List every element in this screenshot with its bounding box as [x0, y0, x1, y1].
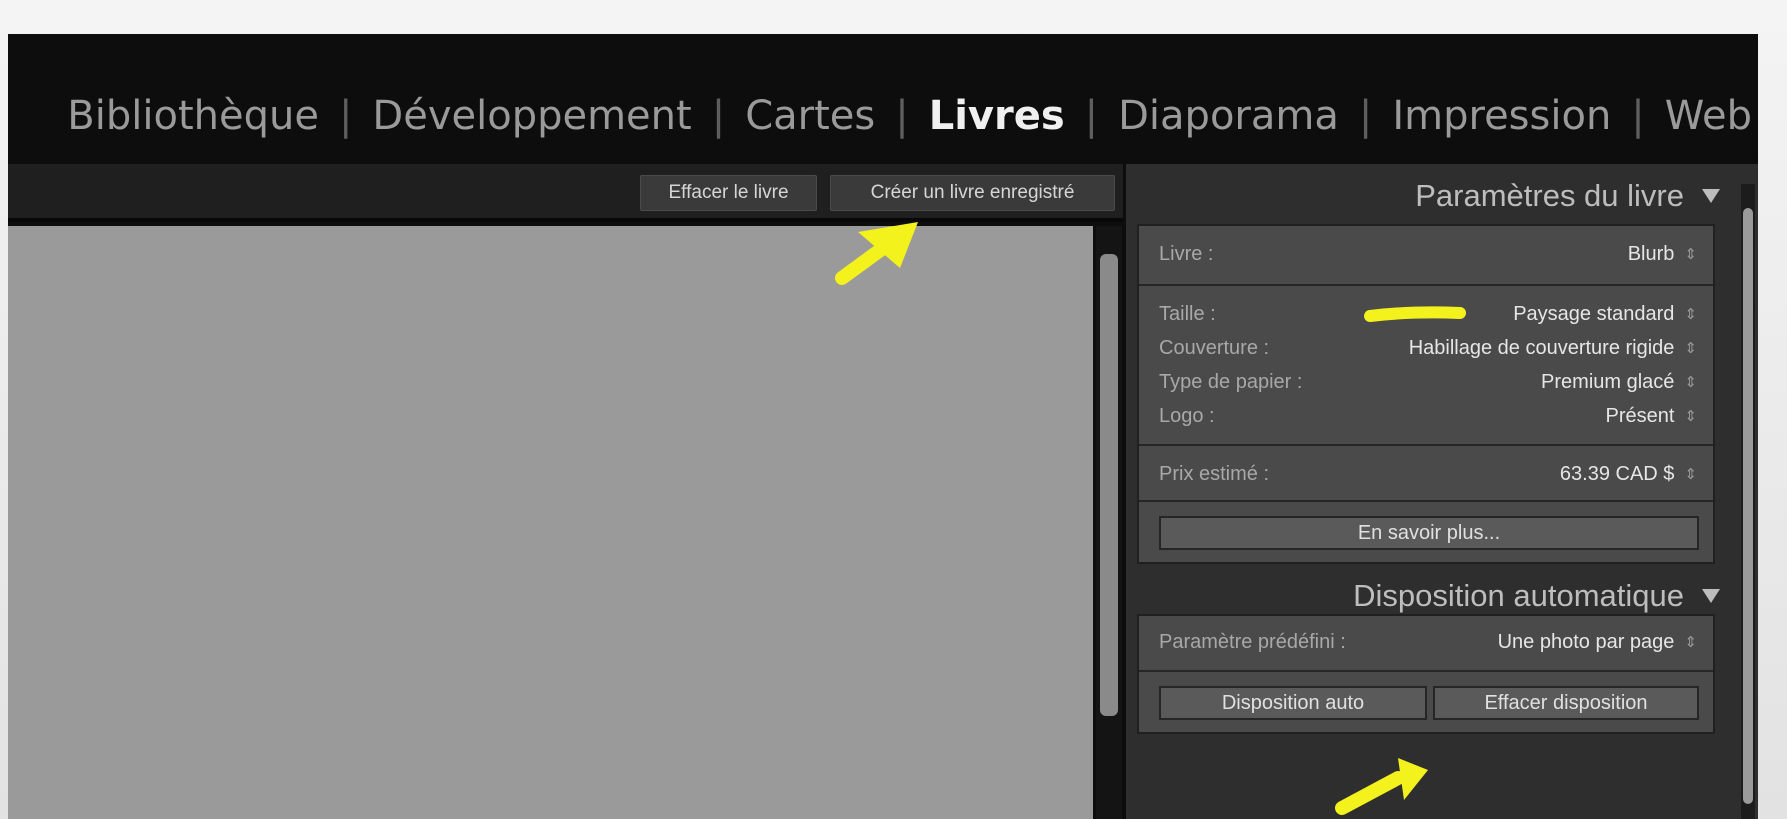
auto-layout-title: Disposition automatique: [1353, 578, 1684, 613]
module-separator: |: [1358, 93, 1373, 139]
logo-select[interactable]: Présent ⇕: [1605, 405, 1697, 428]
up-down-arrows-icon: ⇕: [1684, 340, 1697, 357]
divider: [1139, 284, 1713, 286]
logo-label: Logo :: [1159, 404, 1215, 427]
book-settings-title: Paramètres du livre: [1415, 178, 1684, 213]
cover-row: Couverture : Habillage de couverture rig…: [1139, 332, 1713, 364]
book-settings-box: Livre : Blurb ⇕ Taille : Paysage standar…: [1137, 224, 1715, 564]
paper-type-label: Type de papier :: [1159, 370, 1303, 393]
module-developpement[interactable]: Développement: [366, 93, 697, 139]
auto-layout-button[interactable]: Disposition auto: [1159, 686, 1427, 720]
module-livres[interactable]: Livres: [923, 93, 1071, 139]
auto-layout-box: Paramètre prédéfini : Une photo par page…: [1137, 614, 1715, 734]
canvas-scrollbar-thumb[interactable]: [1100, 254, 1118, 716]
book-toolbar: Effacer le livre Créer un livre enregist…: [8, 164, 1123, 222]
logo-row: Logo : Présent ⇕: [1139, 400, 1713, 432]
panel-scrollbar[interactable]: [1741, 184, 1755, 819]
up-down-arrows-icon: ⇕: [1684, 306, 1697, 323]
size-row: Taille : Paysage standard ⇕: [1139, 298, 1713, 330]
module-diaporama[interactable]: Diaporama: [1112, 93, 1345, 139]
price-select[interactable]: 63.39 CAD $ ⇕: [1560, 463, 1697, 486]
preset-value: Une photo par page: [1497, 630, 1675, 653]
cover-label: Couverture :: [1159, 336, 1270, 359]
divider: [1139, 670, 1713, 672]
paper-type-value: Premium glacé: [1541, 370, 1675, 393]
paper-row: Type de papier : Premium glacé ⇕: [1139, 366, 1713, 398]
lightroom-window: Bibliothèque | Développement | Cartes | …: [8, 34, 1758, 819]
up-down-arrows-icon: ⇕: [1684, 246, 1697, 263]
module-separator: |: [338, 93, 353, 139]
book-select[interactable]: Blurb ⇕: [1628, 243, 1697, 266]
book-settings-header[interactable]: Paramètres du livre: [1126, 166, 1726, 226]
learn-more-button[interactable]: En savoir plus...: [1159, 516, 1699, 550]
module-picker: Bibliothèque | Développement | Cartes | …: [61, 86, 1758, 146]
module-impression[interactable]: Impression: [1386, 93, 1617, 139]
preset-select[interactable]: Une photo par page ⇕: [1498, 631, 1697, 654]
price-value: 63.39 CAD $: [1559, 462, 1675, 485]
module-separator: |: [711, 93, 726, 139]
panel-scrollbar-thumb[interactable]: [1743, 208, 1753, 804]
clear-book-button[interactable]: Effacer le livre: [640, 175, 817, 211]
module-cartes[interactable]: Cartes: [739, 93, 881, 139]
cover-value: Habillage de couverture rigide: [1408, 336, 1675, 359]
module-separator: |: [1631, 93, 1645, 139]
up-down-arrows-icon: ⇕: [1684, 408, 1697, 425]
up-down-arrows-icon: ⇕: [1684, 634, 1697, 651]
divider: [1139, 444, 1713, 446]
book-value: Blurb: [1627, 242, 1675, 265]
preset-row: Paramètre prédéfini : Une photo par page…: [1139, 626, 1713, 658]
book-label: Livre :: [1159, 242, 1214, 265]
triangle-down-icon: [1702, 589, 1720, 603]
price-row: Prix estimé : 63.39 CAD $ ⇕: [1139, 458, 1713, 490]
module-separator: |: [895, 93, 909, 139]
module-web[interactable]: Web: [1659, 93, 1758, 139]
up-down-arrows-icon: ⇕: [1684, 466, 1697, 483]
module-separator: |: [1084, 93, 1099, 139]
paper-type-select[interactable]: Premium glacé ⇕: [1541, 371, 1697, 394]
size-value: Paysage standard: [1513, 302, 1675, 325]
size-select[interactable]: Paysage standard ⇕: [1513, 303, 1697, 326]
triangle-down-icon: [1702, 189, 1720, 203]
clear-layout-button[interactable]: Effacer disposition: [1433, 686, 1699, 720]
preset-label: Paramètre prédéfini :: [1159, 630, 1346, 653]
canvas-scrollbar[interactable]: [1096, 226, 1122, 819]
divider: [1139, 500, 1713, 502]
logo-value: Présent: [1605, 404, 1675, 427]
module-bibliotheque[interactable]: Bibliothèque: [61, 93, 325, 139]
up-down-arrows-icon: ⇕: [1684, 374, 1697, 391]
size-label: Taille :: [1159, 302, 1216, 325]
cover-select[interactable]: Habillage de couverture rigide ⇕: [1409, 337, 1697, 360]
book-canvas[interactable]: [8, 226, 1093, 819]
create-saved-book-button[interactable]: Créer un livre enregistré: [830, 175, 1115, 211]
book-row: Livre : Blurb ⇕: [1139, 238, 1713, 270]
right-panel: Paramètres du livre Livre : Blurb ⇕ Tail…: [1126, 164, 1758, 819]
price-label: Prix estimé :: [1159, 462, 1270, 485]
